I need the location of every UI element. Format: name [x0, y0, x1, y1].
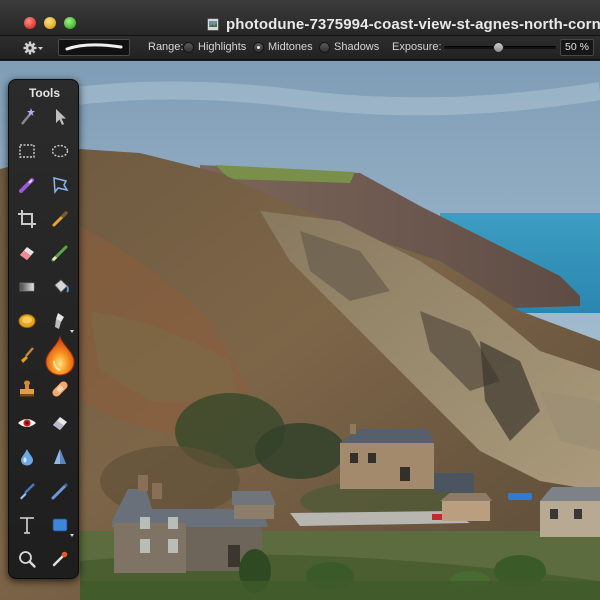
- ellipse-marquee-icon: [51, 144, 69, 158]
- smudge-brush-icon: [21, 347, 34, 363]
- sharpen-eraser-tool[interactable]: [45, 408, 75, 438]
- pencil-icon: [51, 245, 68, 262]
- pen-icon: [51, 482, 69, 500]
- stamp-tool[interactable]: [12, 374, 42, 404]
- bandage-icon: [52, 381, 68, 397]
- zoom-button[interactable]: [64, 17, 76, 29]
- text-tool[interactable]: [12, 510, 42, 540]
- range-midtones-label[interactable]: Midtones: [268, 41, 313, 53]
- blur-drop-icon: [21, 449, 33, 466]
- rect-marquee-tool[interactable]: [12, 136, 42, 166]
- quick-selection-tool[interactable]: [12, 170, 42, 200]
- gradient-icon: [19, 282, 35, 292]
- document-icon: [207, 18, 219, 31]
- landscape-photo: [0, 61, 600, 600]
- gear-icon[interactable]: [22, 40, 44, 56]
- brush-tool[interactable]: [12, 476, 42, 506]
- crop-icon: [18, 210, 36, 228]
- range-highlights-label[interactable]: Highlights: [198, 41, 246, 53]
- paint-bucket-icon: [54, 279, 69, 293]
- close-button[interactable]: [24, 17, 36, 29]
- sharpen-eraser-icon: [53, 417, 67, 430]
- burn-tool[interactable]: [39, 332, 81, 380]
- bandage-tool[interactable]: [45, 374, 75, 404]
- exposure-label: Exposure:: [392, 41, 442, 53]
- sharpen-cone-icon: [54, 449, 66, 464]
- exposure-value-field[interactable]: 50 %: [560, 39, 594, 56]
- range-midtones-radio[interactable]: [253, 42, 264, 53]
- tools-panel-title: Tools: [28, 86, 61, 100]
- shape-tool[interactable]: [45, 510, 75, 540]
- red-eye-tool[interactable]: [12, 408, 42, 438]
- eraser-icon: [20, 247, 34, 260]
- magic-wand-tool[interactable]: [12, 102, 42, 132]
- coin-icon: [18, 314, 36, 328]
- brush-stroke-icon: [65, 43, 123, 51]
- quick-selection-icon: [19, 178, 34, 193]
- arrow-select-tool[interactable]: [45, 102, 75, 132]
- magic-wand-icon: [21, 108, 35, 125]
- image-canvas[interactable]: [0, 61, 600, 600]
- sharpen-tool[interactable]: [45, 442, 75, 472]
- ellipse-marquee-tool[interactable]: [45, 136, 75, 166]
- pencil-tool[interactable]: [45, 238, 75, 268]
- clone-stamp-icon: [55, 313, 64, 329]
- rect-marquee-icon: [19, 144, 35, 158]
- burn-flame-icon: [45, 335, 75, 376]
- range-shadows-radio[interactable]: [319, 42, 330, 53]
- tools-panel: Tools: [8, 79, 79, 579]
- zoom-icon: [19, 551, 36, 568]
- zoom-tool[interactable]: [12, 544, 42, 574]
- red-eye-icon: [18, 419, 36, 427]
- minimize-button[interactable]: [44, 17, 56, 29]
- brush-icon: [20, 483, 35, 500]
- color-picker-tool[interactable]: [45, 544, 75, 574]
- smudge-brush-tool[interactable]: [12, 340, 42, 370]
- range-label: Range:: [148, 41, 184, 53]
- eraser-tool[interactable]: [12, 238, 42, 268]
- lasso-tool[interactable]: [45, 170, 75, 200]
- pen-tool[interactable]: [45, 476, 75, 506]
- shape-icon: [52, 518, 68, 532]
- lasso-icon: [53, 177, 69, 195]
- eyedropper-tool[interactable]: [45, 204, 75, 234]
- gradient-tool[interactable]: [12, 272, 42, 302]
- crop-tool[interactable]: [12, 204, 42, 234]
- brush-preset-picker[interactable]: [58, 39, 130, 56]
- tool-options-bar: Range: Highlights Midtones Shadows Expos…: [0, 36, 600, 60]
- window-title: photodune-7375994-coast-view-st-agnes-no…: [226, 16, 600, 33]
- coin-tool[interactable]: [12, 306, 42, 336]
- blur-tool[interactable]: [12, 442, 42, 472]
- text-icon: [20, 517, 34, 534]
- exposure-slider-knob[interactable]: [493, 42, 504, 53]
- stamp-icon: [20, 380, 34, 397]
- arrow-select-icon: [56, 109, 66, 125]
- range-highlights-radio[interactable]: [183, 42, 194, 53]
- title-bar: photodune-7375994-coast-view-st-agnes-no…: [0, 0, 600, 36]
- tool-more-indicator: [70, 534, 74, 537]
- range-shadows-label[interactable]: Shadows: [334, 41, 379, 53]
- eyedropper-icon: [52, 211, 68, 227]
- color-picker-icon: [52, 551, 68, 567]
- paint-bucket-tool[interactable]: [45, 272, 75, 302]
